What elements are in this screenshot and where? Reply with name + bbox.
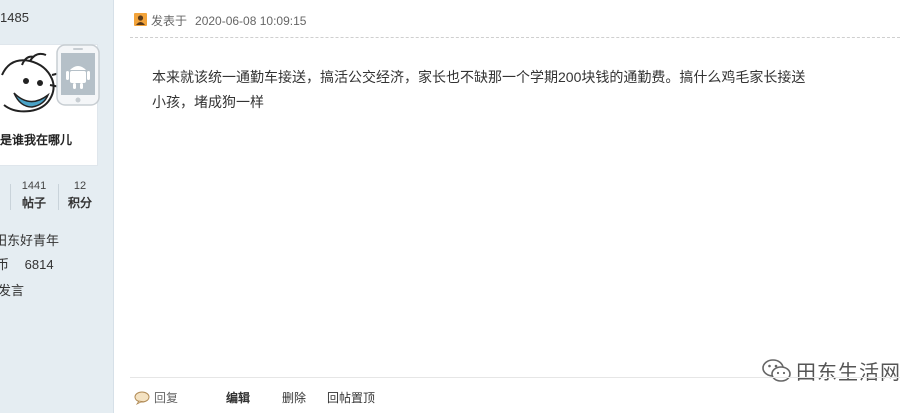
stat-value: 12: [73, 180, 87, 192]
reply-button[interactable]: 回复: [134, 389, 178, 406]
stat-divider: [10, 184, 11, 210]
stat-label: 帖子: [21, 196, 46, 210]
send-message-link[interactable]: 发言: [0, 280, 24, 299]
user-group[interactable]: 田东好青年: [0, 230, 59, 249]
post-timestamp: 2020-06-08 10:09:15: [195, 14, 307, 28]
pin-reply-button[interactable]: 回帖置顶: [327, 389, 375, 406]
stat-label: 积分: [67, 196, 92, 210]
post-text-line: 小孩，堵成狗一样: [152, 94, 264, 110]
stat-posts[interactable]: 1441 帖子: [14, 180, 54, 211]
post-header: 发表于 2020-06-08 10:09:15: [130, 0, 900, 38]
stat-value: 1441: [21, 180, 47, 192]
coins-value: 6814: [24, 257, 54, 272]
post-meta: 发表于 2020-06-08 10:09:15: [151, 12, 306, 29]
reply-label: 回复: [154, 391, 179, 405]
reply-bubble-icon: [134, 391, 150, 406]
user-coins: 币 6814: [0, 254, 54, 273]
user-stats: 1441 帖子 12 积分: [0, 180, 98, 216]
stat-points[interactable]: 12 积分: [60, 180, 100, 211]
stat-divider: [58, 184, 59, 210]
post-meta-label: 发表于: [151, 14, 188, 28]
post-content: 本来就该统一通勤车接送，搞活公交经济，家长也不缺那一个学期200块钱的通勤费。搞…: [152, 65, 898, 115]
android-phone-icon[interactable]: [56, 44, 100, 106]
user-id: 1485: [0, 10, 29, 25]
user-info-panel: 1485 是谁我在哪儿 1441 帖子 12 积分 田东好青年 币 6814 发…: [0, 0, 114, 413]
post-author-icon: [134, 13, 147, 26]
edit-button[interactable]: 编辑: [226, 389, 250, 406]
post-text-line: 本来就该统一通勤车接送，搞活公交经济，家长也不缺那一个学期200块钱的通勤费。搞…: [152, 69, 806, 85]
avatar-caption: 是谁我在哪儿: [0, 133, 73, 147]
delete-button[interactable]: 删除: [282, 389, 306, 406]
coins-label: 币: [0, 257, 10, 272]
stat-item[interactable]: [0, 180, 10, 182]
post-actions: 回复 编辑 删除 回帖置顶: [130, 377, 900, 413]
